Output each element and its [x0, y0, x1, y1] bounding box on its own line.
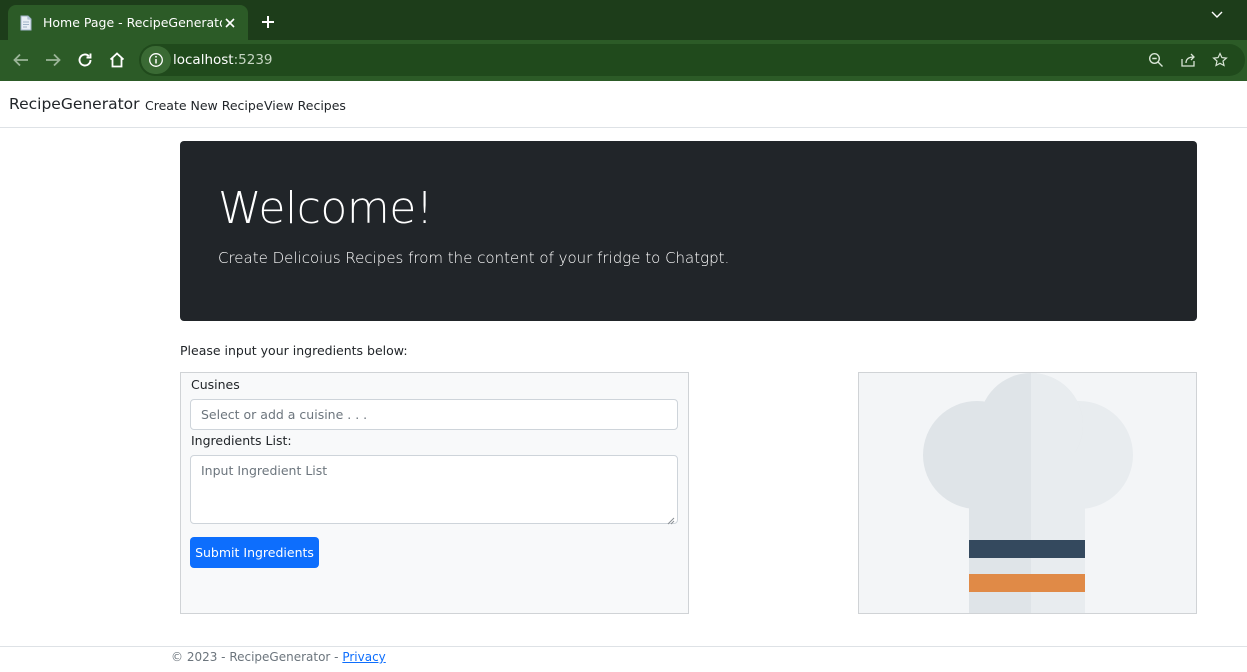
chevron-down-icon[interactable]: [1209, 6, 1225, 22]
address-bar[interactable]: localhost:5239: [139, 44, 1245, 76]
arrow-right-icon[interactable]: [43, 50, 63, 70]
chef-hat-image: [858, 372, 1197, 614]
star-icon[interactable]: [1212, 52, 1228, 68]
reload-icon[interactable]: [75, 50, 95, 70]
nav-link-create-recipe[interactable]: Create New Recipe: [145, 98, 264, 113]
submit-ingredients-button[interactable]: Submit Ingredients: [190, 537, 319, 568]
welcome-banner: Welcome! Create Delicoius Recipes from t…: [180, 141, 1197, 321]
welcome-heading: Welcome!: [218, 183, 433, 234]
nav-link-view-recipes[interactable]: View Recipes: [264, 98, 346, 113]
site-navbar: RecipeGenerator Create New Recipe View R…: [0, 81, 1247, 128]
plus-icon[interactable]: [258, 12, 278, 32]
footer: © 2023 - RecipeGenerator - Privacy: [171, 650, 386, 664]
document-icon: [18, 15, 34, 31]
close-icon[interactable]: [222, 15, 238, 31]
privacy-link[interactable]: Privacy: [342, 650, 385, 664]
url-text: localhost:5239: [173, 52, 273, 68]
browser-tab[interactable]: Home Page - RecipeGenerator: [8, 5, 248, 40]
cuisine-label: Cusines: [191, 377, 240, 392]
home-icon[interactable]: [107, 50, 127, 70]
url-port: :5239: [233, 52, 273, 68]
tab-strip: Home Page - RecipeGenerator: [0, 0, 1247, 40]
share-icon[interactable]: [1180, 52, 1196, 68]
cuisine-placeholder: Select or add a cuisine . . .: [201, 407, 368, 422]
zoom-icon[interactable]: [1148, 52, 1164, 68]
welcome-lead: Create Delicoius Recipes from the conten…: [218, 249, 730, 267]
ingredients-textarea[interactable]: Input Ingredient List: [190, 455, 678, 525]
navbar-brand[interactable]: RecipeGenerator: [9, 95, 140, 113]
chef-hat-icon: [923, 373, 1133, 613]
cuisine-input[interactable]: Select or add a cuisine . . .: [190, 399, 678, 430]
url-host: localhost: [173, 52, 234, 68]
browser-toolbar: localhost:5239: [0, 40, 1247, 81]
arrow-left-icon[interactable]: [11, 50, 31, 70]
info-icon[interactable]: [141, 46, 171, 74]
ingredients-placeholder: Input Ingredient List: [201, 463, 328, 478]
resize-grip-icon[interactable]: [667, 513, 675, 525]
ingredients-form: Cusines Select or add a cuisine . . . In…: [180, 372, 689, 614]
footer-copyright: © 2023 - RecipeGenerator -: [171, 650, 343, 664]
footer-divider: [0, 646, 1247, 647]
tab-title: Home Page - RecipeGenerator: [43, 15, 222, 30]
ingredients-label: Ingredients List:: [191, 433, 292, 448]
form-instructions: Please input your ingredients below:: [180, 343, 408, 358]
